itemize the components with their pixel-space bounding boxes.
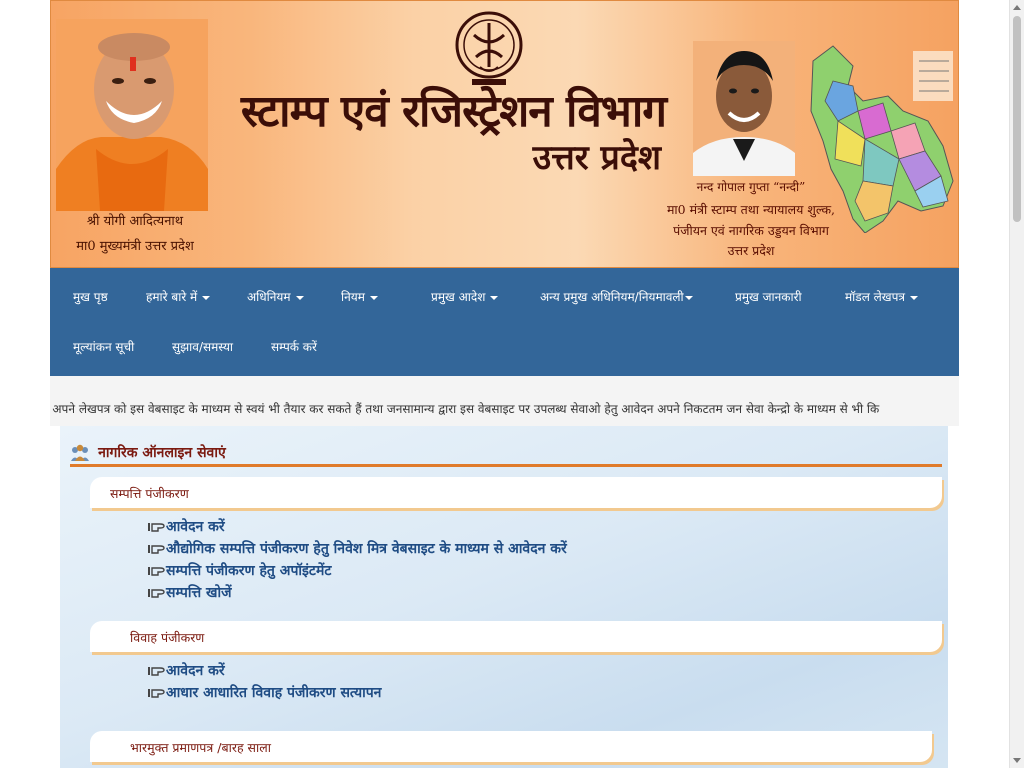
online-services-panel: नागरिक ऑनलाइन सेवाएं सम्पत्ति पंजीकरण आव… [60,426,948,768]
caret-down-icon [490,295,499,300]
hand-pointer-icon [148,667,165,676]
vertical-scrollbar[interactable] [1009,0,1024,768]
hand-pointer-icon [148,545,165,554]
main-navbar: मुख पृष्ठ हमारे बारे में अधिनियम नियम प्… [50,268,959,376]
nav-acts[interactable]: अधिनियम [247,288,304,305]
cm-designation: मा0 मुख्यमंत्री उत्तर प्रदेश [76,239,194,254]
minister-designation-line3: उत्तर प्रदेश [727,243,775,258]
nav-valuation-list[interactable]: मूल्यांकन सूची [73,338,134,355]
hand-pointer-icon [148,589,165,598]
section-bar-marriage-registration: विवाह पंजीकरण [90,621,942,652]
caret-down-icon [202,295,211,300]
hand-pointer-icon [148,689,165,698]
announcement-marquee: । अपने लेखपत्र को इस वेबसाइट के माध्यम स… [50,376,959,426]
header-banner: श्री योगी आदित्यनाथ मा0 मुख्यमंत्री उत्त… [50,0,959,268]
caret-down-icon [295,295,304,300]
link-industrial-property-niveshmitra[interactable]: औद्योगिक सम्पत्ति पंजीकरण हेतु निवेश मित… [148,539,567,558]
uttar-pradesh-map [810,45,954,233]
link-apply-property[interactable]: आवेदन करें [148,517,225,536]
link-aadhaar-marriage-verification[interactable]: आधार आधारित विवाह पंजीकरण सत्यापन [148,683,381,702]
minister-photo [693,41,795,176]
scroll-up-arrow-icon[interactable] [1013,5,1021,10]
section-label: विवाह पंजीकरण [130,630,205,645]
nav-major-information[interactable]: प्रमुख जानकारी [735,288,802,305]
nav-other-acts[interactable]: अन्य प्रमुख अधिनियम/नियमावली [540,288,693,305]
people-icon [71,444,89,461]
department-subtitle: उत्तर प्रदेश [532,138,661,178]
caret-down-icon [684,295,693,300]
section-bar-property-registration: सम्पत्ति पंजीकरण [90,477,942,508]
hand-pointer-icon [148,523,165,532]
scroll-down-arrow-icon[interactable] [1013,758,1021,763]
nav-contact-us[interactable]: सम्पर्क करें [271,338,317,355]
section-label: सम्पत्ति पंजीकरण [110,486,189,501]
caret-down-icon [369,295,378,300]
nav-home[interactable]: मुख पृष्ठ [73,288,108,305]
section-label: भारमुक्त प्रमाणपत्र /बारह साला [130,740,271,755]
scrollbar-thumb[interactable] [1013,16,1021,222]
marquee-text: । अपने लेखपत्र को इस वेबसाइट के माध्यम स… [50,402,880,416]
nav-model-documents[interactable]: मॉडल लेखपत्र [845,288,919,305]
section-bar-encumbrance-certificate: भारमुक्त प्रमाणपत्र /बारह साला [90,731,932,762]
nav-about-us[interactable]: हमारे बारे में [146,288,211,305]
nav-rules[interactable]: नियम [341,288,378,305]
page: श्री योगी आदित्यनाथ मा0 मुख्यमंत्री उत्त… [50,0,959,768]
panel-heading: नागरिक ऑनलाइन सेवाएं [70,442,226,464]
nav-suggestions[interactable]: सुझाव/समस्या [172,338,233,355]
link-property-appointment[interactable]: सम्पत्ति पंजीकरण हेतु अपॉइंटमेंट [148,561,331,580]
caret-down-icon [910,295,919,300]
link-apply-marriage[interactable]: आवेदन करें [148,661,225,680]
link-property-search[interactable]: सम्पत्ति खोजें [148,583,232,602]
nav-major-orders[interactable]: प्रमुख आदेश [431,288,499,305]
hand-pointer-icon [148,567,165,576]
panel-title: नागरिक ऑनलाइन सेवाएं [98,445,226,461]
department-title: स्टाम्प एवं रजिस्ट्रेशन विभाग [240,86,667,137]
cm-name: श्री योगी आदित्यनाथ [86,214,184,229]
heading-divider [70,464,942,467]
